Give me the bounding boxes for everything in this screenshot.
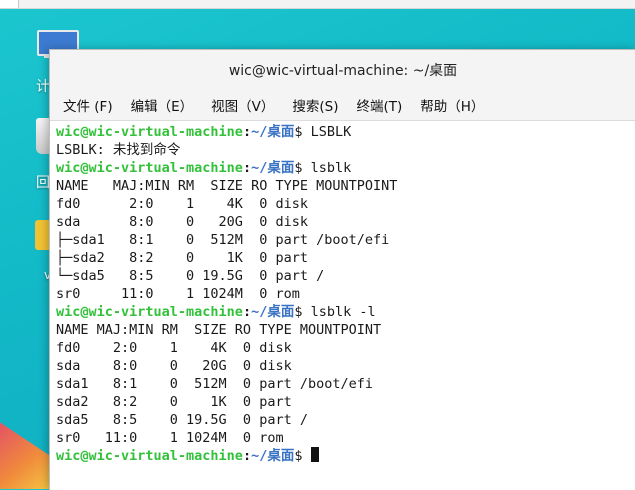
wallpaper-decoration <box>0 422 50 489</box>
terminal-titlebar[interactable]: wic@wic-virtual-machine: ~/桌面 <box>50 50 635 90</box>
output-line: ├─sda1 8:1 0 512M 0 part /boot/efi <box>56 232 390 248</box>
command-text: LSBLK <box>310 124 352 140</box>
prompt-path: ~/桌面 <box>251 124 295 140</box>
menu-search[interactable]: 搜索(S) <box>292 95 338 115</box>
menu-bar: 文件 (F) 编辑（E） 视图（V） 搜索(S) 终端(T) 帮助（H） <box>50 90 635 121</box>
output-line: ├─sda2 8:2 0 1K 0 part <box>56 250 317 266</box>
prompt-colon: : <box>242 124 252 140</box>
output-line: sda 8:0 0 20G 0 disk <box>56 358 300 374</box>
prompt-user-host: wic@wic-virtual-machine <box>56 124 243 140</box>
prompt-symbol: $ <box>294 160 303 176</box>
prompt-user-host: wic@wic-virtual-machine <box>56 304 243 320</box>
menu-edit[interactable]: 编辑（E） <box>131 95 194 115</box>
command-text: lsblk <box>310 160 352 176</box>
prompt-line: wic@wic-virtual-machine:~/桌面$ lsblk <box>56 159 635 177</box>
prompt-line: wic@wic-virtual-machine:~/桌面$ LSBLK <box>56 123 635 141</box>
desktop-label-computer[interactable]: 计 <box>36 76 50 96</box>
prompt-path: ~/桌面 <box>251 160 295 176</box>
output-line: LSBLK: 未找到命令 <box>56 142 181 158</box>
prompt-colon: : <box>242 160 252 176</box>
prompt-symbol: $ <box>294 124 303 140</box>
output-line: sr0 11:0 1 1024M 0 rom <box>56 286 317 302</box>
desktop-label-trash[interactable]: 回 <box>36 172 50 192</box>
prompt-path: ~/桌面 <box>251 448 295 464</box>
text-cursor <box>310 447 319 462</box>
output-line: sda 8:0 0 20G 0 disk <box>56 214 317 230</box>
prompt-colon: : <box>242 304 252 320</box>
output-line: fd0 2:0 1 4K 0 disk <box>56 340 300 356</box>
output-line: sda1 8:1 0 512M 0 part /boot/efi <box>56 376 373 392</box>
prompt-user-host: wic@wic-virtual-machine <box>56 448 243 464</box>
prompt-path: ~/桌面 <box>251 304 295 320</box>
output-line: └─sda5 8:5 0 19.5G 0 part / <box>56 268 325 284</box>
terminal-output[interactable]: wic@wic-virtual-machine:~/桌面$ LSBLK LSBL… <box>50 121 635 465</box>
terminal-window[interactable]: wic@wic-virtual-machine: ~/桌面 文件 (F) 编辑（… <box>49 49 635 490</box>
prompt-user-host: wic@wic-virtual-machine <box>56 160 243 176</box>
background-window-strip <box>0 0 635 9</box>
output-line: sr0 11:0 1 1024M 0 rom <box>56 430 300 446</box>
menu-help[interactable]: 帮助（H） <box>420 95 484 115</box>
command-text: lsblk -l <box>310 304 376 320</box>
output-line: NAME MAJ:MIN RM SIZE RO TYPE MOUNTPOINT <box>56 178 398 194</box>
output-line: NAME MAJ:MIN RM SIZE RO TYPE MOUNTPOINT <box>56 322 382 338</box>
background-tab[interactable] <box>0 0 19 8</box>
menu-view[interactable]: 视图（V） <box>211 95 274 115</box>
prompt-line-active[interactable]: wic@wic-virtual-machine:~/桌面$ <box>56 447 635 465</box>
window-title: wic@wic-virtual-machine: ~/桌面 <box>228 63 458 79</box>
output-line: sda2 8:2 0 1K 0 part <box>56 394 300 410</box>
prompt-colon: : <box>242 448 252 464</box>
prompt-symbol: $ <box>294 448 303 464</box>
output-line: fd0 2:0 1 4K 0 disk <box>56 196 317 212</box>
menu-terminal[interactable]: 终端(T) <box>356 95 402 115</box>
prompt-symbol: $ <box>294 304 303 320</box>
output-line: sda5 8:5 0 19.5G 0 part / <box>56 412 308 428</box>
prompt-line: wic@wic-virtual-machine:~/桌面$ lsblk -l <box>56 303 635 321</box>
menu-file[interactable]: 文件 (F) <box>63 95 113 115</box>
